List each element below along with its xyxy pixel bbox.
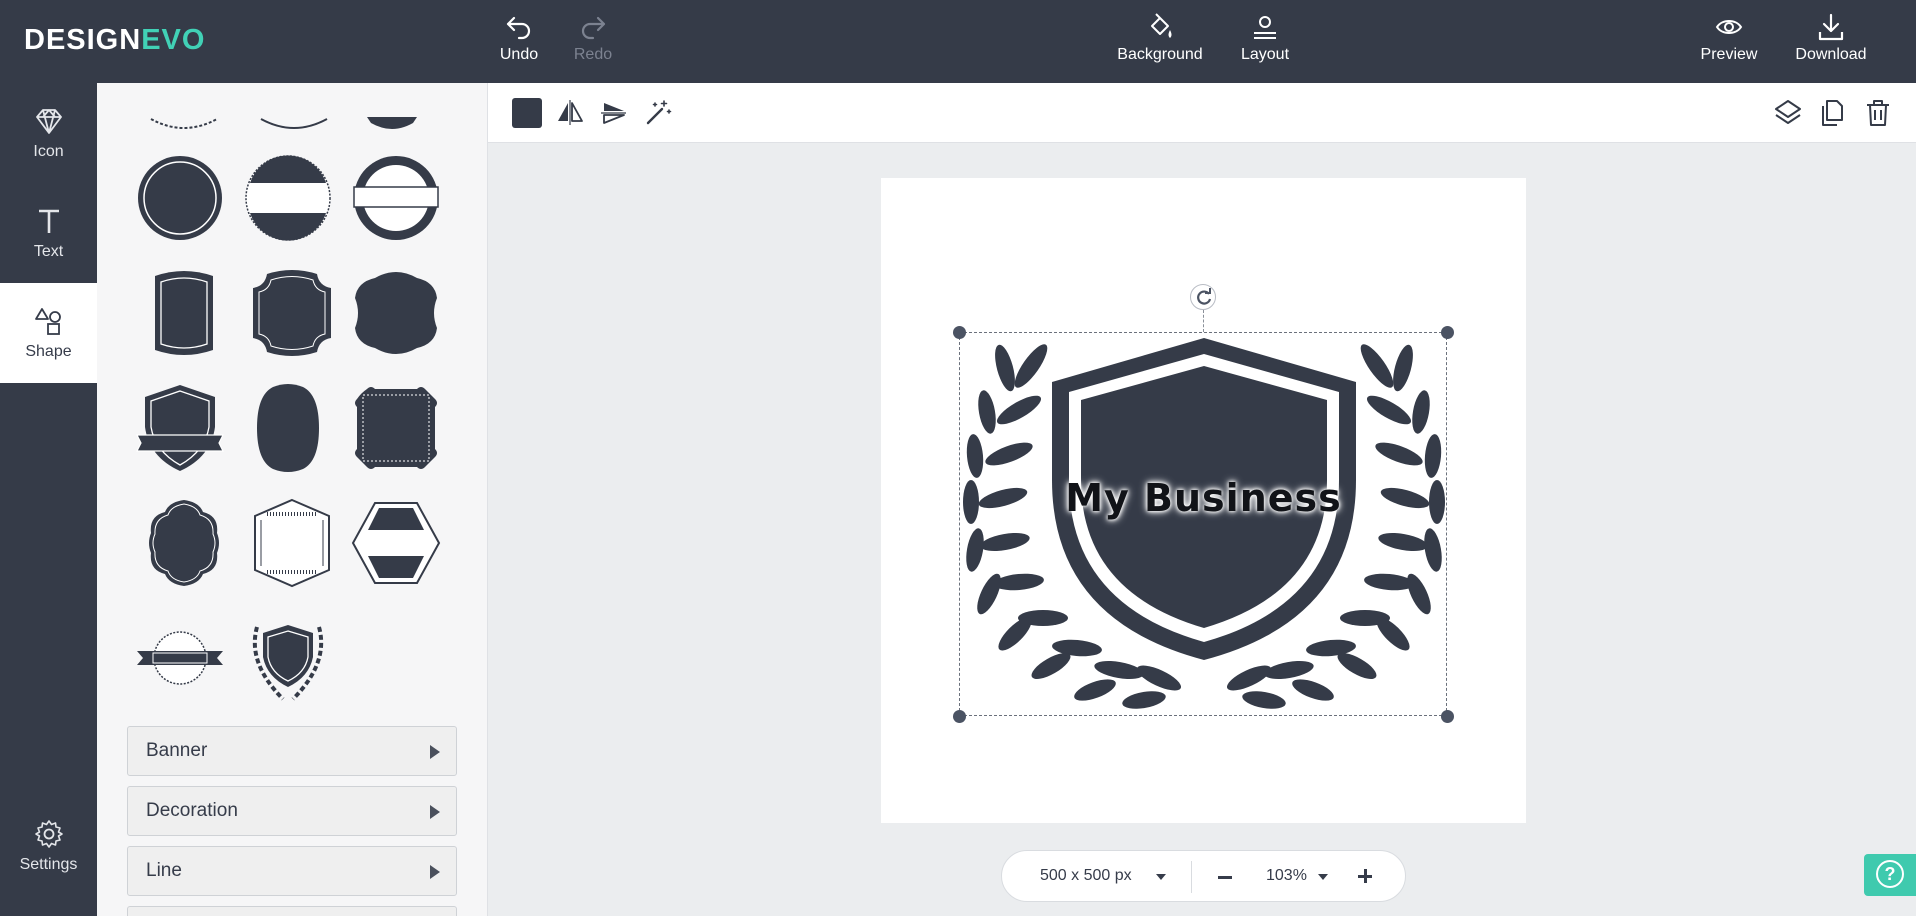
zoom-in-button[interactable] [1358, 867, 1374, 885]
seal-ribbon-icon [137, 631, 223, 685]
category-banner[interactable]: Banner [127, 726, 457, 776]
shape-frame-arch[interactable] [139, 268, 229, 358]
help-button[interactable]: ? [1864, 854, 1916, 896]
shape-frame-stamp[interactable] [351, 383, 441, 473]
chevron-right-icon [430, 805, 440, 819]
frame-hexagon-band-icon [351, 502, 441, 584]
flip-vertical-icon [601, 103, 626, 124]
text-icon [38, 209, 59, 233]
chevron-right-icon [430, 865, 440, 879]
chevron-down-icon[interactable] [1156, 874, 1166, 880]
ornament-curve-icon [260, 118, 328, 129]
fill-color-swatch[interactable] [512, 98, 542, 128]
shape-frame-hexagon-band[interactable] [351, 498, 441, 588]
rail-item-icon[interactable]: Icon [0, 105, 97, 205]
left-rail: Icon Text Shape Settings [0, 83, 97, 916]
layers-icon [1775, 100, 1801, 124]
copy-icon [1822, 100, 1843, 126]
divider [1191, 861, 1192, 893]
preview-button[interactable]: Preview [1684, 12, 1774, 72]
help-icon: ? [1876, 860, 1904, 888]
redo-button[interactable]: Redo [548, 12, 638, 72]
resize-handle-top-right[interactable] [1441, 326, 1454, 339]
shape-frame-cloud[interactable] [351, 268, 441, 358]
redo-icon [581, 16, 606, 40]
frame-oval-icon [257, 384, 319, 472]
download-button[interactable]: Download [1786, 12, 1876, 72]
shield-laurel-icon [252, 625, 324, 701]
flip-vertical-button[interactable] [598, 97, 630, 129]
resize-handle-top-left[interactable] [953, 326, 966, 339]
resize-handle-bottom-left[interactable] [953, 710, 966, 723]
rotate-icon [1197, 288, 1212, 305]
element-toolbar [488, 83, 1916, 143]
layout-icon [1254, 16, 1276, 39]
chevron-right-icon [430, 745, 440, 759]
shape-shield-laurel[interactable] [243, 613, 333, 703]
canvas-size-select[interactable]: 500 x 500 px [1040, 867, 1132, 885]
layers-button[interactable] [1772, 97, 1804, 129]
shape-ornament-curve[interactable] [249, 83, 339, 129]
shape-ornament-banner[interactable] [347, 83, 437, 129]
eye-icon [1715, 20, 1743, 34]
shield-ribbon-icon [136, 385, 224, 471]
duplicate-button[interactable] [1816, 97, 1848, 129]
frame-arch-icon [155, 271, 213, 355]
frame-stamp-icon [355, 387, 437, 469]
ornament-banner-icon [367, 117, 417, 129]
canvas-controls: 500 x 500 px 103% [1001, 850, 1406, 902]
shape-badge-ring[interactable] [351, 153, 441, 243]
zoom-level-select[interactable]: 103% [1266, 867, 1307, 885]
shape-badge-circle[interactable] [135, 153, 225, 243]
diamond-icon [35, 109, 62, 134]
badge-circle-icon [138, 156, 222, 240]
shape-frame-ornate[interactable] [139, 498, 229, 588]
rail-item-settings[interactable]: Settings [0, 818, 97, 916]
trash-icon [1867, 100, 1889, 126]
paint-bucket-icon [1151, 13, 1172, 38]
flip-horizontal-icon [558, 100, 583, 125]
zoom-out-button[interactable] [1218, 876, 1232, 879]
magic-wand-icon [646, 100, 672, 125]
shape-frame-hexagon-lines[interactable] [247, 498, 337, 588]
background-button[interactable]: Background [1114, 12, 1206, 72]
shape-seal-ribbon[interactable] [135, 613, 225, 703]
shape-frame-oval[interactable] [243, 383, 333, 473]
category-more[interactable] [127, 906, 457, 916]
shape-shield-ribbon[interactable] [135, 383, 225, 473]
ornament-chain-icon [150, 118, 218, 129]
gear-icon [34, 820, 63, 848]
category-decoration[interactable]: Decoration [127, 786, 457, 836]
rotate-handle[interactable] [1190, 284, 1216, 310]
frame-ornate-icon [149, 500, 219, 586]
shapes-icon [34, 308, 61, 335]
badge-ring-icon [353, 156, 439, 240]
category-line[interactable]: Line [127, 846, 457, 896]
layout-button[interactable]: Layout [1220, 12, 1310, 72]
shape-frame-scallop[interactable] [247, 268, 337, 358]
frame-scallop-icon [253, 270, 331, 356]
download-icon [1818, 13, 1844, 41]
chevron-down-icon[interactable] [1318, 874, 1328, 880]
design-canvas[interactable]: My Business [881, 178, 1526, 823]
selection-box [959, 332, 1447, 716]
rail-item-shape[interactable]: Shape [0, 283, 97, 383]
effects-button[interactable] [642, 97, 674, 129]
resize-handle-bottom-right[interactable] [1441, 710, 1454, 723]
badge-circle-band-icon [245, 155, 331, 241]
rotate-connector [1203, 310, 1204, 332]
flip-horizontal-button[interactable] [554, 97, 586, 129]
shape-badge-circle-band[interactable] [243, 153, 333, 243]
logo[interactable]: DESIGNEVO [24, 24, 205, 57]
delete-button[interactable] [1862, 97, 1894, 129]
undo-icon [506, 16, 531, 40]
frame-hexagon-lines-icon [254, 498, 330, 588]
shape-panel: Banner Decoration Line [97, 83, 488, 916]
top-bar: DESIGNEVO Undo Redo Background Layout Pr… [0, 0, 1916, 83]
frame-cloud-icon [355, 272, 437, 354]
shape-ornament-chain[interactable] [139, 83, 229, 129]
